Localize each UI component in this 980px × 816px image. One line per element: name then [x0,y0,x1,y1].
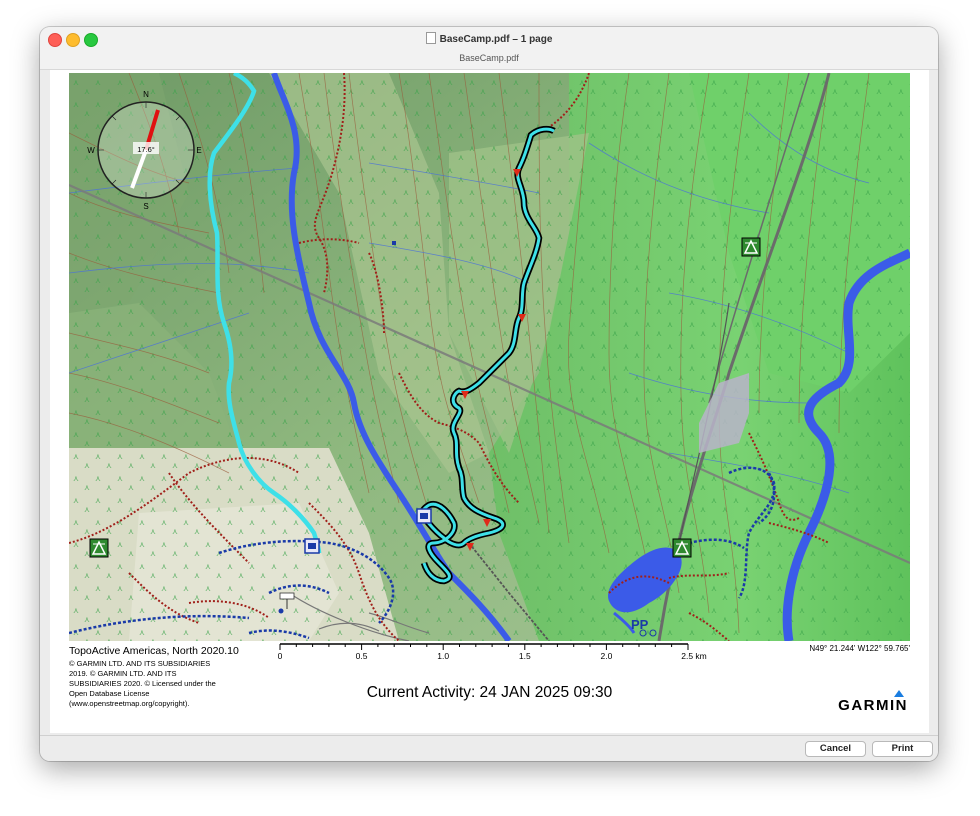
small-poi-marker [392,241,396,245]
map-product-name: TopoActive Americas, North 2020.10 [69,645,239,657]
pdf-print-window: BaseCamp.pdf – 1 page BaseCamp.pdf ⋏ ⋏ [40,27,938,761]
compass-east: E [196,146,201,155]
garmin-logo: GARMIN [838,697,908,714]
topo-map: ⋏ ⋏ [69,73,910,641]
pdf-page: ⋏ ⋏ [50,70,929,733]
parking-label: PP [631,617,649,632]
map-canvas: ⋏ ⋏ [69,73,910,641]
window-title-text: BaseCamp.pdf – 1 page [439,34,553,45]
scale-tick-1: 0.5 [356,651,368,661]
campground-icon-2[interactable] [89,538,109,558]
campground-icon[interactable] [741,237,761,257]
title-bar[interactable]: BaseCamp.pdf – 1 page BaseCamp.pdf [40,27,938,70]
compass-west: W [87,146,95,155]
scale-tick-0: 0 [278,651,283,661]
trailhead-icon-2[interactable] [416,508,432,524]
window-title: BaseCamp.pdf – 1 page [40,32,938,45]
current-activity: Current Activity: 24 JAN 2025 09:30 [366,684,613,701]
scale-tick-4: 2.0 [600,651,612,661]
cancel-button[interactable]: Cancel [805,741,866,757]
campground-icon-3[interactable] [672,538,692,558]
scale-tick-3: 1.5 [519,651,531,661]
garmin-logo-triangle-icon [894,690,904,697]
compass-heading: 17.6° [137,145,155,154]
tree-symbols [69,73,910,641]
scale-bar: 0 0.5 1.0 1.5 2.0 2.5 km [278,642,708,678]
scale-tick-5: 2.5 km [681,651,707,661]
compass-north: N [143,90,149,99]
scale-tick-2: 1.0 [437,651,449,661]
map-coordinates: N49° 21.244' W122° 59.765' [809,644,910,653]
window-subtitle: BaseCamp.pdf [459,53,519,63]
print-actions-bar: Cancel Print [40,735,938,761]
print-button[interactable]: Print [872,741,933,757]
compass-south: S [143,202,148,211]
pdf-document-icon [425,32,436,44]
trailhead-icon[interactable] [304,538,320,554]
